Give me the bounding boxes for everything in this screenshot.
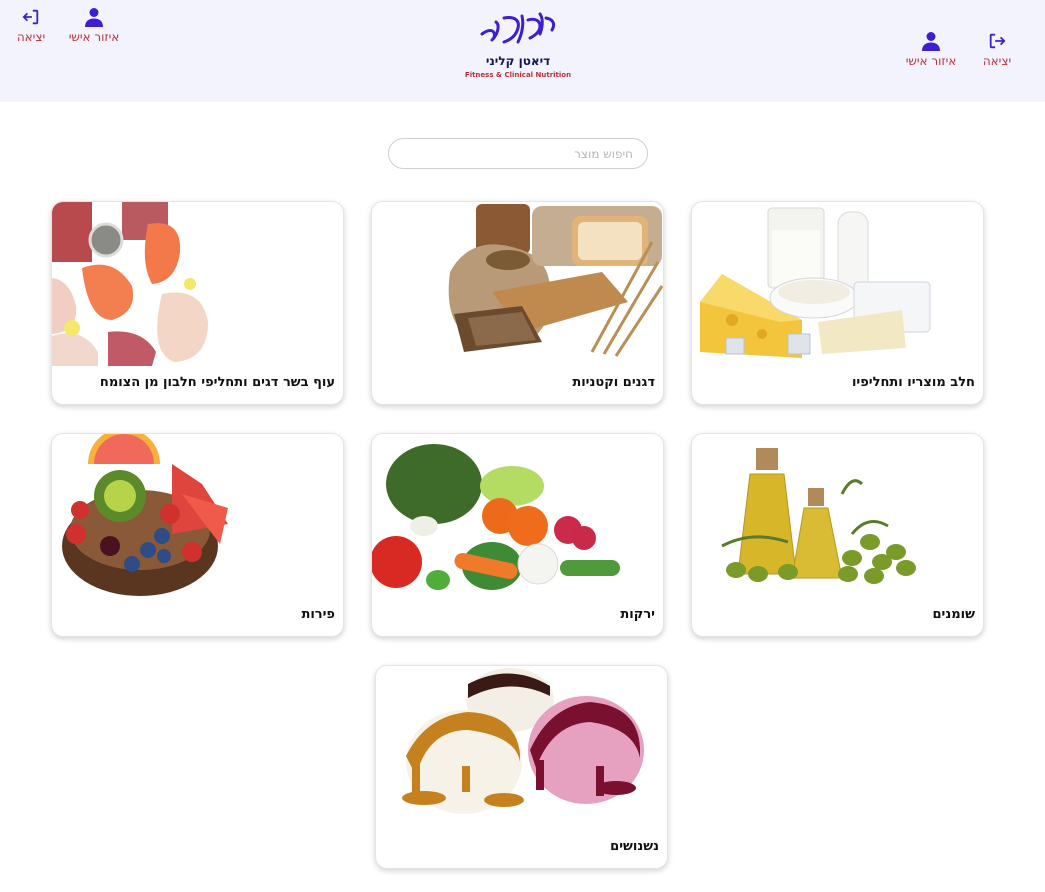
product-search-input[interactable] [388,138,648,169]
logout-button-left[interactable]: יציאה [14,6,48,44]
personal-area-label: איזור אישי [905,54,957,68]
category-title: דגנים וקטניות [572,375,655,390]
category-card-grains[interactable]: דגנים וקטניות [371,201,664,405]
logout-icon [988,30,1006,52]
user-icon [85,6,103,28]
category-title: פירות [301,607,335,622]
category-title: עוף בשר דגים ותחליפי חלבון מן הצומח [99,375,335,390]
personal-area-button-right[interactable]: איזור אישי [904,30,958,68]
category-card-oils[interactable]: שומנים [691,433,984,637]
category-card-dairy[interactable]: חלב מוצריו ותחליפיו [691,201,984,405]
logout-label: יציאה [982,54,1012,68]
fruits-image [52,434,343,598]
logout-button-right[interactable]: יציאה [980,30,1014,68]
category-title: שומנים [932,607,976,622]
logout-label: יציאה [16,30,46,44]
category-card-vegetables[interactable]: ירקות [371,433,664,637]
category-card-fruits[interactable]: פירות [51,433,344,637]
category-card-snacks[interactable]: נשנושים [375,665,668,869]
category-title: ירקות [620,607,655,622]
top-header: יציאה איזור אישי דיאטן קליני Fitness & C… [0,0,1045,102]
logout-icon [22,6,40,28]
category-card-protein[interactable]: עוף בשר דגים ותחליפי חלבון מן הצומח [51,201,344,405]
logo-subtitle: דיאטן קליני [485,54,551,68]
category-title: נשנושים [610,839,659,854]
vegetables-image [372,434,663,598]
snacks-image [376,666,667,830]
grains-image [372,202,663,366]
category-title: חלב מוצריו ותחליפיו [851,375,975,390]
brand-logo[interactable]: דיאטן קליני Fitness & Clinical Nutrition [462,8,574,84]
logo-tagline: Fitness & Clinical Nutrition [464,71,572,79]
logo-script-icon [480,12,556,44]
personal-area-button-left[interactable]: איזור אישי [68,6,120,44]
dairy-image [692,202,983,366]
oils-image [692,434,983,598]
user-icon [922,30,940,52]
personal-area-label: איזור אישי [68,30,120,44]
protein-image [52,202,343,366]
